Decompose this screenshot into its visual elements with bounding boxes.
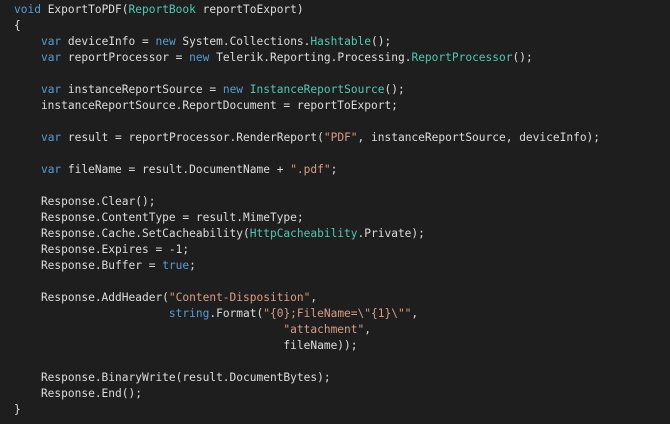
code-line[interactable]: Response.Expires = -1;: [0, 242, 670, 258]
code-token-text: ,: [310, 291, 318, 304]
code-token-text: Response.End();: [14, 387, 142, 400]
code-token-text: ();: [371, 35, 392, 48]
code-token-keyword: void: [14, 3, 41, 16]
code-line[interactable]: var deviceInfo = new System.Collections.…: [0, 34, 670, 50]
code-line[interactable]: [0, 146, 670, 162]
code-token-text: ;: [330, 163, 338, 176]
code-token-text: }: [14, 403, 21, 416]
code-token-text: Response.Buffer =: [14, 259, 163, 272]
code-line[interactable]: var fileName = result.DocumentName + ".p…: [0, 162, 670, 178]
code-token-type: ReportProcessor: [411, 51, 513, 64]
code-token-text: fileName = result.DocumentName +: [61, 163, 291, 176]
code-token-text: ,: [364, 323, 371, 336]
code-editor[interactable]: void ExportToPDF(ReportBook reportToExpo…: [0, 0, 670, 424]
code-line[interactable]: var result = reportProcessor.RenderRepor…: [0, 130, 670, 146]
code-line[interactable]: Response.BinaryWrite(result.DocumentByte…: [0, 370, 670, 386]
code-line[interactable]: fileName));: [0, 338, 670, 354]
code-token-keyword: var: [40, 83, 62, 96]
code-token-text: Response.Clear();: [14, 195, 156, 208]
code-token-text: {: [14, 19, 21, 32]
code-line[interactable]: [0, 274, 670, 290]
code-line[interactable]: Response.ContentType = result.MimeType;: [0, 210, 670, 226]
code-token-text: deviceInfo =: [61, 35, 156, 48]
code-line[interactable]: "attachment",: [0, 322, 670, 338]
code-token-text: .Format(: [209, 307, 264, 320]
code-token-keyword: string: [168, 307, 210, 320]
code-token-keyword: true: [162, 259, 190, 272]
code-token-text: reportToExport): [195, 3, 304, 16]
code-token-text: result = reportProcessor.RenderReport(: [61, 131, 324, 144]
code-token-text: System.Collections.: [175, 35, 311, 48]
code-token-text: fileName));: [14, 339, 358, 352]
code-token-text: Response.AddHeader(: [14, 291, 169, 304]
code-token-text: ();: [512, 51, 533, 64]
code-token-text: Response.ContentType = result.MimeType;: [14, 211, 304, 224]
code-token-string: ".pdf": [290, 163, 331, 176]
code-token-text: Response.BinaryWrite(result.DocumentByte…: [14, 371, 331, 384]
code-token-string: "Content-Disposition": [168, 291, 311, 304]
code-token-type: InstanceReportSource: [249, 83, 385, 96]
code-token-text: ;: [189, 259, 196, 272]
code-line[interactable]: string.Format("{0};FileName=\"{1}\"",: [0, 306, 670, 322]
code-token-text: reportProcessor =: [61, 51, 190, 64]
code-line[interactable]: [0, 114, 670, 130]
code-line[interactable]: Response.Cache.SetCacheability(HttpCache…: [0, 226, 670, 242]
code-token-keyword: var: [40, 163, 62, 176]
code-line[interactable]: }: [0, 402, 670, 418]
code-token-string: "attachment": [283, 323, 365, 336]
code-token-text: ();: [384, 83, 405, 96]
code-token-type: ReportBook: [128, 3, 196, 16]
code-token-text: instanceReportSource =: [61, 83, 223, 96]
code-line[interactable]: var reportProcessor = new Telerik.Report…: [0, 50, 670, 66]
code-token-text: ExportToPDF(: [40, 3, 129, 16]
code-token-type: Hashtable: [310, 35, 372, 48]
code-line[interactable]: void ExportToPDF(ReportBook reportToExpo…: [0, 2, 670, 18]
code-token-text: Response.Cache.SetCacheability(: [14, 227, 250, 240]
code-token-keyword: var: [40, 51, 62, 64]
code-line[interactable]: instanceReportSource.ReportDocument = re…: [0, 98, 670, 114]
code-line[interactable]: Response.Clear();: [0, 194, 670, 210]
code-token-text: .Private);: [357, 227, 425, 240]
code-token-text: Telerik.Reporting.Processing.: [209, 51, 412, 64]
code-token-text: ,: [411, 307, 419, 320]
code-token-type: HttpCacheability: [249, 227, 358, 240]
code-line[interactable]: [0, 178, 670, 194]
code-line[interactable]: {: [0, 18, 670, 34]
code-line[interactable]: Response.Buffer = true;: [0, 258, 670, 274]
code-line[interactable]: [0, 66, 670, 82]
code-line[interactable]: Response.AddHeader("Content-Disposition"…: [0, 290, 670, 306]
code-line[interactable]: [0, 354, 670, 370]
code-token-string: "{0};FileName=\"{1}\"": [263, 307, 412, 320]
code-token-keyword: new: [155, 35, 176, 48]
code-token-keyword: var: [40, 131, 62, 144]
code-token-text: , instanceReportSource, deviceInfo);: [357, 131, 601, 144]
code-token-keyword: new: [189, 51, 210, 64]
code-token-text: instanceReportSource.ReportDocument = re…: [14, 99, 398, 112]
code-line[interactable]: Response.End();: [0, 386, 670, 402]
code-token-keyword: var: [40, 35, 62, 48]
code-line[interactable]: var instanceReportSource = new InstanceR…: [0, 82, 670, 98]
code-token-text: Response.Expires = -1;: [14, 243, 190, 256]
code-token-string: "PDF": [323, 131, 358, 144]
code-token-keyword: new: [222, 83, 244, 96]
